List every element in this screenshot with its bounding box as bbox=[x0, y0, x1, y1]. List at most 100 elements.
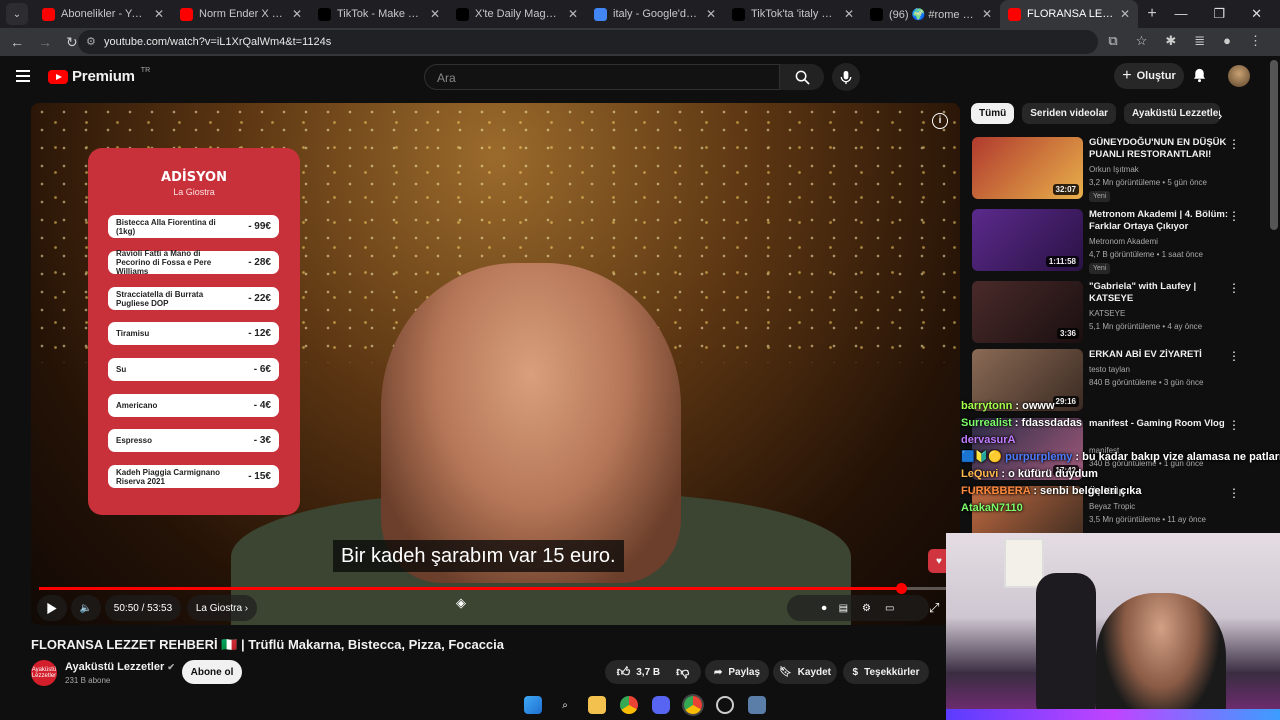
video-thumbnail[interactable]: 3:36 bbox=[972, 281, 1083, 343]
url-text: youtube.com/watch?v=iL1XrQalWm4&t=1124s bbox=[104, 36, 332, 48]
browser-tab[interactable]: (96) 🌍 #rome #romeitaly ✕ bbox=[862, 0, 1000, 28]
video-channel[interactable]: Metronom Akademi bbox=[1089, 237, 1158, 246]
subscribe-button[interactable]: Abone ol bbox=[182, 660, 242, 684]
search-button[interactable] bbox=[780, 64, 824, 90]
more-options-icon[interactable]: ⋮ bbox=[1228, 281, 1240, 295]
maximize-icon[interactable]: ❐ bbox=[1213, 6, 1225, 22]
verified-icon: ✔ bbox=[167, 662, 175, 672]
browser-tab[interactable]: italy - Google'da Ara ✕ bbox=[586, 0, 724, 28]
discord-icon[interactable] bbox=[652, 696, 670, 714]
tab-search-icon[interactable]: ⌄ bbox=[6, 3, 28, 25]
close-tab-icon[interactable]: ✕ bbox=[154, 7, 164, 21]
video-title[interactable]: GÜNEYDOĞU'NUN EN DÜŞÜK PUANLI RESTORANTL… bbox=[1089, 137, 1239, 161]
voice-search-button[interactable] bbox=[832, 63, 860, 91]
close-tab-icon[interactable]: ✕ bbox=[844, 7, 854, 21]
browser-tab[interactable]: TikTok'ta 'italy ne kadar h ✕ bbox=[724, 0, 862, 28]
recommended-video[interactable]: 3:36 "Gabriela" with Laufey | KATSEYE KATS… bbox=[972, 281, 1268, 345]
tab-groups-icon[interactable]: ≣ bbox=[1194, 33, 1205, 49]
video-title[interactable]: "Gabriela" with Laufey | KATSEYE bbox=[1089, 281, 1239, 305]
channel-avatar[interactable]: Ayaküstü Lezzetler bbox=[31, 660, 57, 686]
close-tab-icon[interactable]: ✕ bbox=[568, 7, 578, 21]
close-tab-icon[interactable]: ✕ bbox=[706, 7, 716, 21]
chevron-right-icon[interactable]: › bbox=[1218, 108, 1222, 123]
video-channel[interactable]: testo taylan bbox=[1089, 365, 1130, 374]
page-scrollbar[interactable] bbox=[1270, 60, 1278, 230]
recommended-video[interactable]: 32:07 GÜNEYDOĞU'NUN EN DÜŞÜK PUANLI RESTO… bbox=[972, 137, 1268, 202]
site-info-icon[interactable]: ⚙ bbox=[86, 35, 96, 48]
more-options-icon[interactable]: ⋮ bbox=[1228, 349, 1240, 363]
search-input[interactable]: Ara bbox=[424, 64, 780, 90]
video-title[interactable]: ERKAN ABİ EV ZİYARETİ bbox=[1089, 349, 1239, 361]
youtube-header: Premium TR Ara + Oluştur bbox=[0, 56, 1268, 98]
video-thumbnail[interactable]: 32:07 bbox=[972, 137, 1083, 199]
minimize-icon[interactable]: — bbox=[1174, 6, 1187, 22]
create-button[interactable]: + Oluştur bbox=[1114, 63, 1184, 89]
account-avatar[interactable] bbox=[1228, 65, 1250, 87]
browser-tab[interactable]: FLORANSA LEZZET REHBE ✕ bbox=[1000, 0, 1138, 28]
save-button[interactable]: 🔖︎ Kaydet bbox=[773, 660, 837, 684]
browser-tab[interactable]: TikTok - Make Your Day ✕ bbox=[310, 0, 448, 28]
new-tab-button[interactable]: + bbox=[1138, 5, 1166, 23]
subtitles-icon[interactable]: ▤ bbox=[839, 603, 848, 614]
miniplayer-icon[interactable]: ▭ bbox=[885, 603, 894, 614]
settings-gear-icon[interactable]: ⚙ bbox=[862, 603, 871, 614]
close-tab-icon[interactable]: ✕ bbox=[982, 7, 992, 21]
chrome-active-icon[interactable] bbox=[684, 696, 702, 714]
like-dislike-group: 👍︎ 3,7 B 👎︎ bbox=[605, 660, 701, 684]
video-channel[interactable]: Orkun Işıtmak bbox=[1089, 165, 1139, 174]
notifications-button[interactable] bbox=[1192, 67, 1207, 88]
windows-start-icon[interactable] bbox=[524, 696, 542, 714]
search-icon[interactable]: ⌕ bbox=[556, 696, 574, 714]
chat-username: dervasurA bbox=[961, 434, 1016, 446]
video-thumbnail[interactable]: 1:11:58 bbox=[972, 209, 1083, 271]
recommended-video[interactable]: 1:11:58 Metronom Akademi | 4. Bölüm: Fark… bbox=[972, 209, 1268, 274]
forward-icon[interactable]: → bbox=[38, 34, 52, 50]
scrubber-handle[interactable] bbox=[895, 583, 907, 594]
filter-chip[interactable]: Ayaküstü Lezzetler a bbox=[1124, 103, 1221, 124]
cast-icon[interactable]: ⧉ bbox=[1108, 33, 1117, 49]
address-bar[interactable]: ⚙ youtube.com/watch?v=iL1XrQalWm4&t=1124… bbox=[78, 30, 1098, 54]
progress-bar[interactable] bbox=[39, 583, 950, 594]
google-icon bbox=[594, 7, 607, 21]
browser-tab[interactable]: Abonelikler - YouTube ✕ bbox=[34, 0, 172, 28]
close-tab-icon[interactable]: ✕ bbox=[430, 7, 440, 21]
bookmark-star-icon[interactable]: ☆ bbox=[1136, 33, 1148, 49]
channel-name[interactable]: Ayaküstü Lezzetler ✔ bbox=[65, 661, 175, 673]
logo-region: TR bbox=[140, 67, 151, 74]
info-icon[interactable]: i bbox=[932, 113, 948, 129]
share-button[interactable]: ➦ Paylaş bbox=[705, 660, 769, 684]
play-button[interactable] bbox=[37, 595, 67, 621]
filter-chip[interactable]: Seriden videolar bbox=[1022, 103, 1117, 124]
chrome-icon[interactable] bbox=[620, 696, 638, 714]
profile-icon[interactable]: ● bbox=[1223, 33, 1231, 49]
close-tab-icon[interactable]: ✕ bbox=[1120, 7, 1130, 21]
browser-tab[interactable]: Norm Ender X Ebru Günd ✕ bbox=[172, 0, 310, 28]
app-icon[interactable] bbox=[716, 696, 734, 714]
mute-button[interactable]: 🔈 bbox=[71, 595, 101, 621]
more-options-icon[interactable]: ⋮ bbox=[1228, 137, 1240, 151]
like-button[interactable]: 👍︎ 3,7 B bbox=[617, 664, 661, 680]
more-options-icon[interactable]: ⋮ bbox=[1228, 209, 1240, 223]
video-player[interactable]: ADİSYON La Giostra Bistecca Alla Fiorent… bbox=[31, 103, 960, 625]
file-explorer-icon[interactable] bbox=[588, 696, 606, 714]
calculator-icon[interactable] bbox=[748, 696, 766, 714]
reload-icon[interactable]: ↻ bbox=[66, 34, 78, 51]
autoplay-toggle-icon[interactable]: ⏺ bbox=[822, 603, 827, 614]
close-tab-icon[interactable]: ✕ bbox=[292, 7, 302, 21]
video-channel[interactable]: KATSEYE bbox=[1089, 309, 1125, 318]
close-window-icon[interactable]: ✕ bbox=[1251, 6, 1262, 22]
extensions-icon[interactable]: ✱ bbox=[1165, 33, 1176, 49]
filter-chip[interactable]: Tümü bbox=[971, 103, 1015, 124]
dislike-button[interactable]: 👎︎ bbox=[676, 664, 689, 680]
browser-menu-icon[interactable]: ⋮ bbox=[1249, 33, 1262, 49]
share-icon: ➦ bbox=[713, 666, 723, 678]
youtube-premium-logo[interactable]: Premium TR bbox=[48, 67, 151, 85]
thanks-button[interactable]: $ Teşekkürler bbox=[843, 660, 929, 684]
video-person bbox=[381, 263, 681, 583]
menu-icon[interactable] bbox=[16, 70, 30, 82]
back-icon[interactable]: ← bbox=[10, 34, 24, 50]
fullscreen-icon[interactable]: ⤢ bbox=[929, 600, 939, 616]
video-title[interactable]: Metronom Akademi | 4. Bölüm: Farklar Ort… bbox=[1089, 209, 1239, 233]
chapter-button[interactable]: La Giostra › bbox=[187, 595, 257, 621]
browser-tab[interactable]: X'te Daily Magazin: "Man ✕ bbox=[448, 0, 586, 28]
